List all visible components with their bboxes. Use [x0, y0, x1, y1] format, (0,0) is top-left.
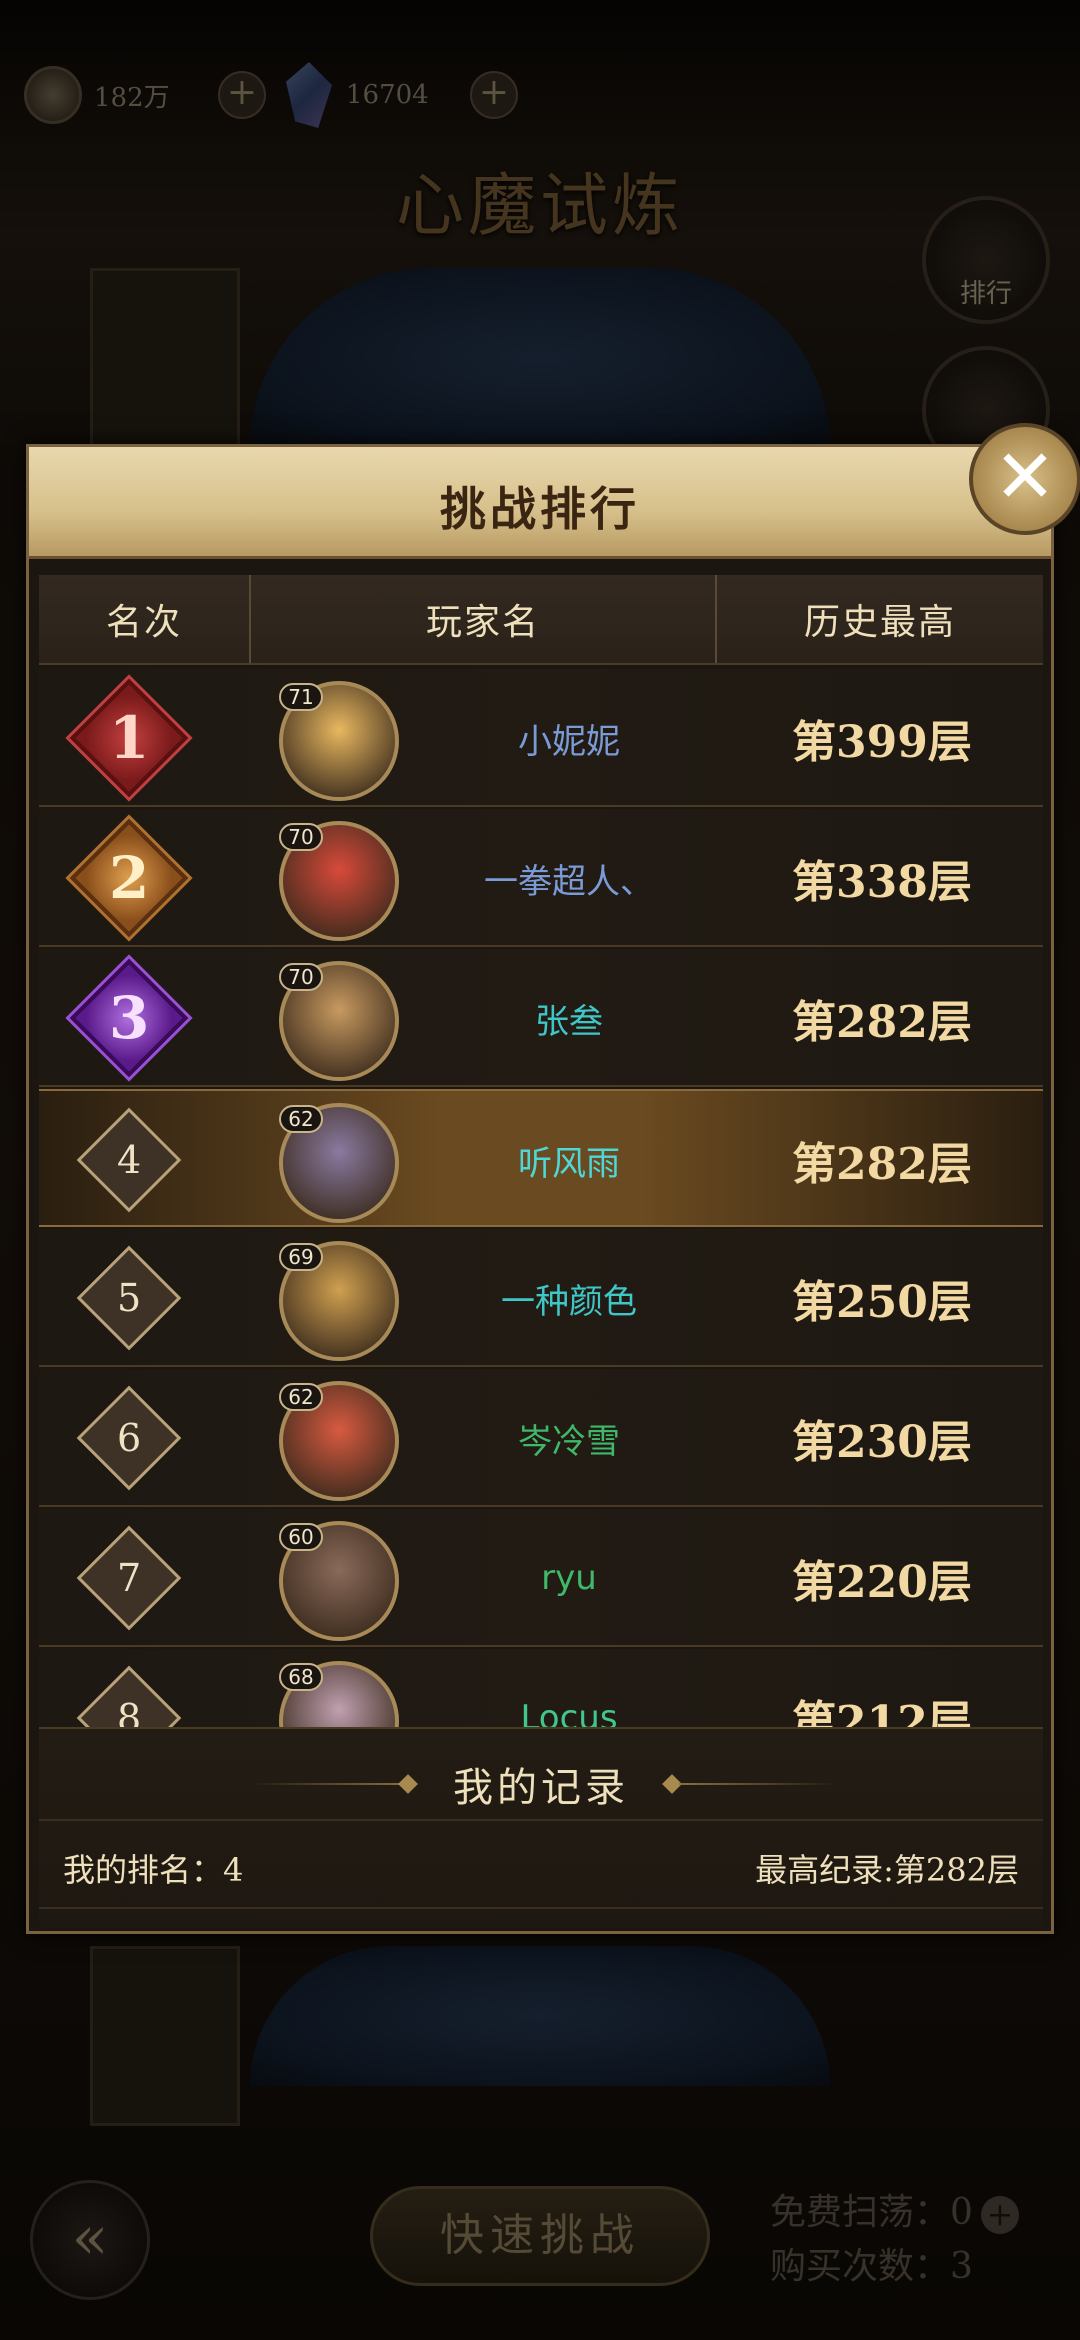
ranking-row[interactable]: 7 60 ryu 第220层: [39, 1509, 1043, 1647]
player-avatar[interactable]: 62: [279, 1103, 399, 1223]
column-best: 历史最高: [803, 602, 956, 643]
my-best-record: 最高纪录:第282层: [755, 1851, 1019, 1889]
ranking-row[interactable]: 3 70 张叁 第282层: [39, 949, 1043, 1087]
player-avatar[interactable]: 60: [279, 1521, 399, 1641]
player-best-floor: 第250层: [792, 1277, 972, 1328]
player-level: 68: [279, 1663, 323, 1691]
player-name: 一拳超人、: [484, 861, 654, 902]
player-level: 69: [279, 1243, 323, 1271]
ranking-row[interactable]: 8 68 Locus 第212层: [39, 1649, 1043, 1727]
ranking-row[interactable]: 2 70 一拳超人、 第338层: [39, 809, 1043, 947]
column-player: 玩家名: [251, 575, 717, 663]
ranking-row[interactable]: 1 71 小妮妮 第399层: [39, 669, 1043, 807]
player-level: 70: [279, 963, 323, 991]
player-name: 岑冷雪: [518, 1421, 620, 1462]
rank-number: 6: [116, 1416, 142, 1460]
player-level: 60: [279, 1523, 323, 1551]
ranking-row[interactable]: 4 62 听风雨 第282层: [39, 1089, 1043, 1227]
my-record-section: 我的记录 我的排名：4 最高纪录:第282层: [39, 1727, 1043, 1927]
player-name: 一种颜色: [501, 1281, 637, 1322]
player-level: 70: [279, 823, 323, 851]
modal-title: 挑战排行: [440, 482, 640, 536]
rank-number: 8: [116, 1696, 142, 1727]
rank-number: 4: [116, 1138, 142, 1182]
player-avatar[interactable]: 69: [279, 1241, 399, 1361]
ranking-list[interactable]: 1 71 小妮妮 第399层 2 70 一拳超人、 第338层 3 70 张叁 第282层 4 62 听风雨…: [39, 669, 1043, 1727]
modal-header: 挑战排行: [29, 447, 1051, 559]
rank-badge: 2: [69, 818, 189, 938]
column-rank: 名次: [39, 575, 251, 663]
player-avatar[interactable]: 62: [279, 1381, 399, 1501]
ranking-row[interactable]: 5 69 一种颜色 第250层: [39, 1229, 1043, 1367]
player-best-floor: 第282层: [792, 997, 972, 1048]
player-level: 62: [279, 1105, 323, 1133]
rank-badge: 7: [76, 1525, 182, 1631]
rank-number: 3: [108, 983, 150, 1052]
player-name: ryu: [541, 1558, 597, 1598]
player-avatar[interactable]: 70: [279, 961, 399, 1081]
player-best-floor: 第220层: [792, 1557, 972, 1608]
player-best-floor: 第212层: [792, 1697, 972, 1727]
my-record-title: 我的记录: [453, 1765, 629, 1811]
player-best-floor: 第230层: [792, 1417, 972, 1468]
player-name: 张叁: [535, 1001, 603, 1042]
rank-badge: 5: [76, 1245, 182, 1351]
player-level: 62: [279, 1383, 323, 1411]
ranking-modal: 挑战排行 ✕ 名次 玩家名 历史最高 1 71 小妮妮 第399层 2 70 一拳超人、 第3…: [26, 423, 1080, 1934]
rank-number: 7: [116, 1556, 142, 1600]
player-avatar[interactable]: 68: [279, 1661, 399, 1727]
my-record-row: 我的排名：4 最高纪录:第282层: [39, 1819, 1043, 1909]
player-best-floor: 第399层: [792, 717, 972, 768]
rank-badge: 8: [76, 1665, 182, 1727]
my-rank: 我的排名：4: [63, 1851, 244, 1889]
player-avatar[interactable]: 71: [279, 681, 399, 801]
ranking-row[interactable]: 6 62 岑冷雪 第230层: [39, 1369, 1043, 1507]
rank-badge: 1: [69, 678, 189, 798]
rank-number: 5: [116, 1276, 142, 1320]
record-divider-right: [679, 1783, 839, 1785]
player-best-floor: 第282层: [792, 1139, 972, 1190]
rank-badge: 6: [76, 1385, 182, 1491]
player-name: 小妮妮: [518, 721, 620, 762]
table-header: 名次 玩家名 历史最高: [39, 575, 1043, 665]
player-name: Locus: [520, 1698, 618, 1727]
rank-number: 2: [108, 843, 150, 912]
player-name: 听风雨: [518, 1143, 620, 1184]
player-best-floor: 第338层: [792, 857, 972, 908]
player-level: 71: [279, 683, 323, 711]
player-avatar[interactable]: 70: [279, 821, 399, 941]
rank-badge: 4: [76, 1107, 182, 1213]
rank-number: 1: [108, 703, 150, 772]
close-icon[interactable]: ✕: [969, 423, 1080, 535]
rank-badge: 3: [69, 958, 189, 1078]
